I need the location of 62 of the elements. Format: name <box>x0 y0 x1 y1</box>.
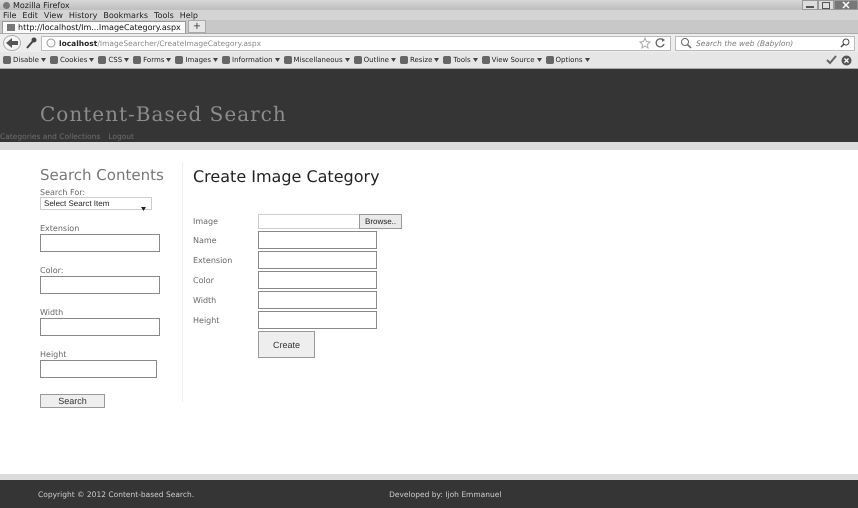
browser-tab[interactable]: http://localhost/Im...ImageCategory.aspx <box>2 21 186 33</box>
page-heading: Create Image Category <box>193 167 381 186</box>
back-button[interactable] <box>3 35 21 51</box>
caret-icon <box>40 58 46 62</box>
sidebar-heading: Search Contents <box>40 166 164 184</box>
search-type-dropdown[interactable]: Select Searct Item <box>40 197 152 210</box>
caret-icon <box>166 58 172 62</box>
field-label: Height <box>40 350 66 359</box>
menu-item[interactable]: Bookmarks <box>103 10 148 20</box>
search-button[interactable]: Search <box>40 394 105 408</box>
input-field[interactable] <box>258 231 377 249</box>
field-label: Color: <box>40 266 64 275</box>
menu-item[interactable]: File <box>3 10 16 20</box>
caret-icon <box>344 58 350 62</box>
caret-icon <box>390 58 396 62</box>
input-field[interactable] <box>258 311 377 329</box>
field-label: Width <box>40 308 64 317</box>
search-icon[interactable] <box>840 38 850 48</box>
caret-icon <box>124 58 130 62</box>
caret-icon <box>141 207 146 211</box>
field-label: Extension <box>193 256 234 264</box>
bookmark-star-icon[interactable] <box>639 37 651 49</box>
field-label: Extension <box>40 224 80 233</box>
caret-icon <box>472 58 478 62</box>
input-field[interactable] <box>40 234 160 252</box>
field-label: Name <box>193 236 218 244</box>
create-button[interactable]: Create <box>258 331 315 358</box>
maximize-icon <box>821 1 831 9</box>
caret-icon <box>274 58 280 62</box>
input-field[interactable] <box>40 318 160 336</box>
search-icon[interactable] <box>680 37 692 49</box>
site-title: Content-Based Search <box>39 102 288 126</box>
menu-item[interactable]: Edit <box>22 10 38 20</box>
field-label: Image <box>193 217 220 226</box>
window-title: Mozilla Firefox <box>13 0 70 10</box>
field-label: Search For: <box>40 188 86 197</box>
input-field[interactable] <box>40 360 157 378</box>
input-field[interactable] <box>258 271 377 289</box>
caret-icon <box>584 58 590 62</box>
input-field[interactable] <box>258 291 377 309</box>
maximize-button[interactable] <box>818 0 834 10</box>
new-tab-button[interactable]: + <box>188 20 206 33</box>
caret-icon <box>434 58 440 62</box>
menu-item[interactable]: History <box>68 10 98 20</box>
error-icon <box>841 54 852 66</box>
reload-icon[interactable] <box>654 37 666 49</box>
menu-item[interactable]: Help <box>180 10 198 20</box>
caret-icon <box>213 58 218 62</box>
close-button[interactable] <box>834 0 858 10</box>
minimize-button[interactable] <box>802 0 818 10</box>
input-field[interactable] <box>40 276 160 294</box>
close-icon <box>841 1 851 9</box>
field-label: Color <box>193 276 215 284</box>
check-icon <box>826 55 837 65</box>
browser-logo-icon <box>3 2 10 8</box>
caret-icon <box>536 58 542 62</box>
menu-item[interactable]: View <box>44 10 63 20</box>
caret-icon <box>89 58 94 62</box>
field-label: Height <box>193 316 220 324</box>
menu-item[interactable]: Tools <box>154 10 174 20</box>
field-label: Width <box>193 296 218 304</box>
input-field[interactable] <box>258 251 377 269</box>
